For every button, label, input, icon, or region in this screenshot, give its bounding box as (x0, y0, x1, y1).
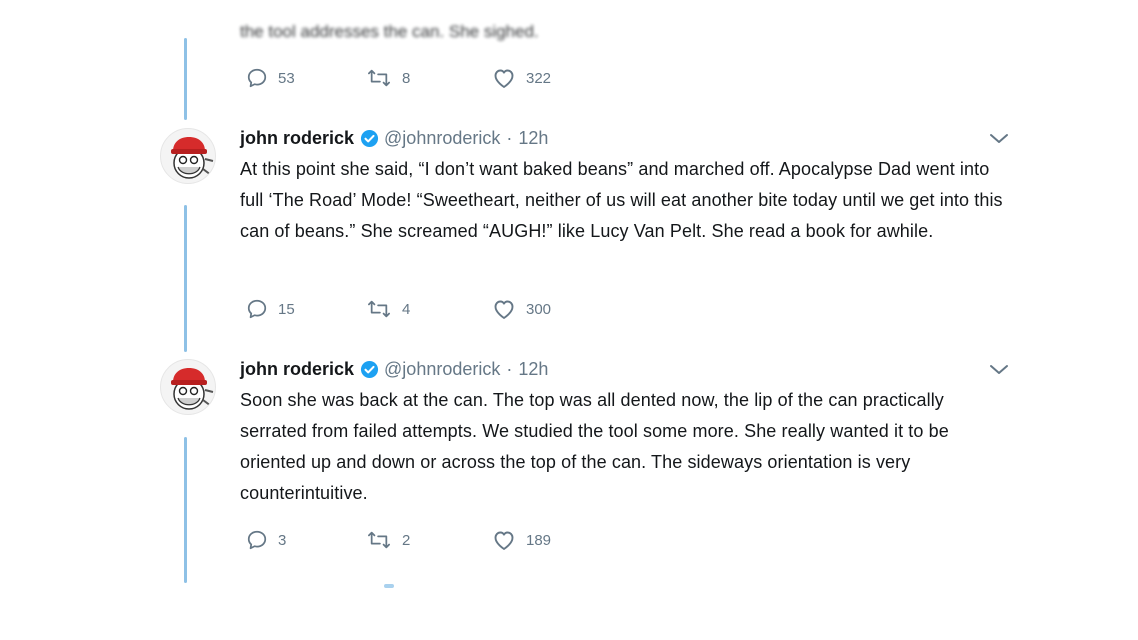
retweet-icon (368, 300, 390, 318)
retweet-button[interactable]: 8 (366, 67, 410, 89)
display-name[interactable]: john roderick (240, 128, 354, 149)
like-button[interactable]: 189 (492, 529, 551, 551)
reply-icon (247, 530, 267, 550)
retweet-count: 4 (402, 300, 411, 318)
retweet-icon (368, 531, 390, 549)
next-tweet-indicator (384, 584, 394, 588)
partial-tweet-text: the tool addresses the can. She sighed. (240, 22, 539, 41)
reply-count: 15 (278, 300, 295, 318)
reply-button[interactable]: 3 (246, 529, 286, 551)
like-count: 189 (526, 531, 552, 549)
reply-count: 53 (278, 69, 295, 87)
retweet-icon (368, 69, 390, 87)
separator: · (506, 359, 513, 379)
tweet-actions: 15 4 300 (246, 298, 606, 324)
timestamp[interactable]: 12h (518, 128, 548, 149)
chevron-down-icon[interactable] (988, 363, 1010, 377)
user-handle[interactable]: @johnroderick (384, 128, 500, 149)
retweet-count: 8 (402, 69, 411, 87)
verified-icon (360, 360, 379, 379)
reply-icon (247, 299, 267, 319)
tweet[interactable]: john roderick @johnroderick · 12h At thi… (150, 128, 1030, 248)
reply-count: 3 (278, 531, 287, 549)
reply-button[interactable]: 15 (246, 298, 295, 320)
like-icon (494, 531, 514, 550)
reply-button[interactable]: 53 (246, 67, 295, 89)
like-button[interactable]: 322 (492, 67, 551, 89)
verified-icon (360, 129, 379, 148)
tweet-header: john roderick @johnroderick · 12h (240, 359, 548, 380)
like-icon (494, 300, 514, 319)
thread-line (184, 38, 187, 120)
display-name[interactable]: john roderick (240, 359, 354, 380)
chevron-down-icon[interactable] (988, 132, 1010, 146)
tweet[interactable]: john roderick @johnroderick · 12h Soon s… (150, 359, 1030, 503)
retweet-button[interactable]: 4 (366, 298, 410, 320)
avatar[interactable] (160, 359, 216, 415)
reply-icon (247, 68, 267, 88)
retweet-button[interactable]: 2 (366, 529, 410, 551)
like-count: 322 (526, 69, 552, 87)
tweet-text: Soon she was back at the can. The top wa… (240, 390, 949, 503)
tweet-actions: 3 2 189 (246, 529, 606, 555)
tweet-header: john roderick @johnroderick · 12h (240, 128, 548, 149)
like-count: 300 (526, 300, 552, 318)
timestamp[interactable]: 12h (518, 359, 548, 380)
retweet-count: 2 (402, 531, 411, 549)
user-handle[interactable]: @johnroderick (384, 359, 500, 380)
tweet-text: At this point she said, “I don’t want ba… (240, 159, 1003, 241)
avatar[interactable] (160, 128, 216, 184)
tweet-actions: 53 8 322 (246, 67, 606, 93)
like-button[interactable]: 300 (492, 298, 551, 320)
like-icon (494, 69, 514, 88)
separator: · (506, 128, 513, 148)
